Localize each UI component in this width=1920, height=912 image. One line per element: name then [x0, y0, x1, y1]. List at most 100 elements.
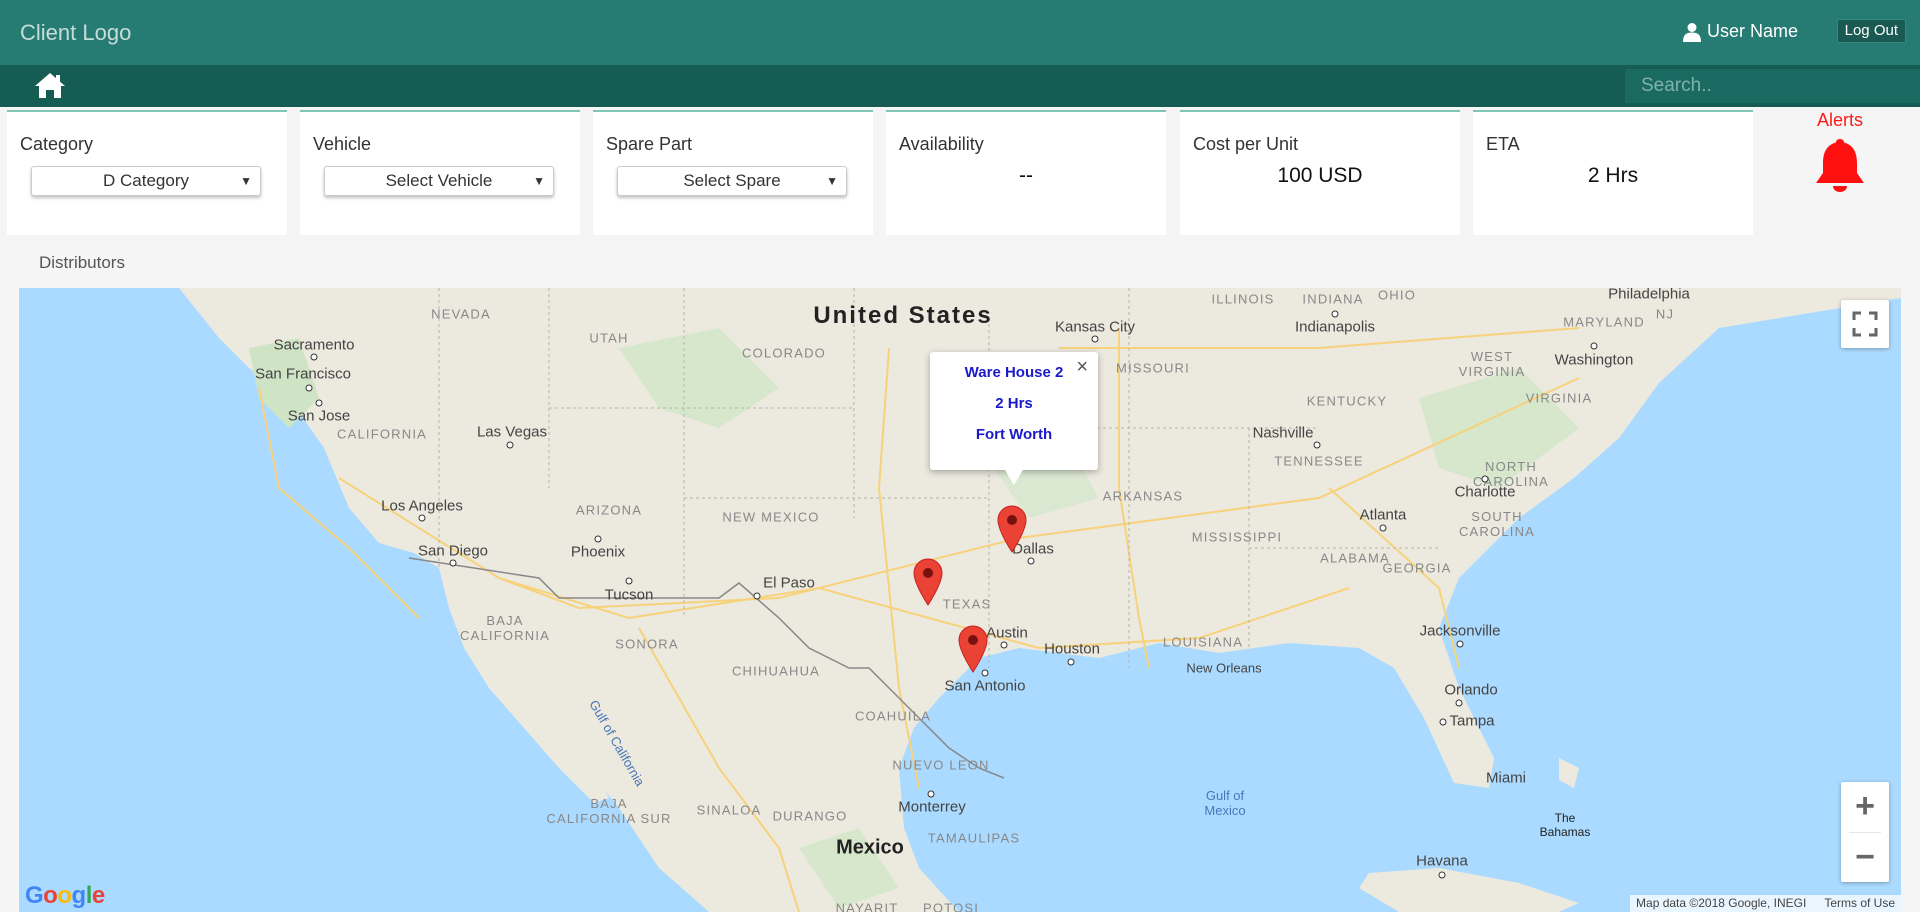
eta-label: ETA — [1486, 134, 1520, 154]
city-marker — [1000, 641, 1008, 649]
cost-value: 100 USD — [1277, 164, 1363, 187]
label-kansas-city: Kansas City — [1054, 318, 1136, 336]
label-illinois: ILLINOIS — [1211, 291, 1275, 307]
bell-icon[interactable] — [1813, 137, 1867, 193]
vehicle-selected-value: Select Vehicle — [385, 171, 493, 190]
city-marker — [1438, 871, 1446, 879]
availability-label: Availability — [899, 134, 984, 154]
label-missouri: MISSOURI — [1116, 360, 1190, 376]
user-icon — [1682, 22, 1701, 42]
city-marker — [594, 535, 602, 543]
label-philadelphia: Philadelphia — [1608, 288, 1690, 303]
alerts-widget[interactable]: Alerts — [1800, 110, 1880, 198]
label-nayarit: NAYARIT — [835, 900, 899, 912]
label-louisiana: LOUISIANA — [1162, 634, 1244, 650]
label-tamaulipas: TAMAULIPAS — [927, 830, 1021, 846]
label-united-states: United States — [813, 302, 993, 329]
city-marker — [305, 384, 313, 392]
label-new-mexico: NEW MEXICO — [722, 509, 820, 525]
popup-city: Fort Worth — [975, 426, 1053, 443]
label-indianapolis: Indianapolis — [1294, 318, 1376, 336]
zoom-in-button[interactable]: + — [1841, 782, 1889, 832]
city-marker — [1067, 658, 1075, 666]
label-san-jose: San Jose — [287, 407, 351, 425]
distributor-map[interactable]: United States Mexico NEVADA UTAH COLORAD… — [19, 288, 1901, 912]
category-select[interactable]: D Category ▼ — [31, 166, 261, 196]
zoom-out-button[interactable]: − — [1841, 833, 1889, 883]
user-menu[interactable]: User Name — [1682, 21, 1798, 42]
search-input[interactable] — [1625, 69, 1920, 103]
label-arkansas: ARKANSAS — [1102, 488, 1184, 504]
client-logo[interactable]: Client Logo — [20, 20, 131, 46]
label-nashville: Nashville — [1252, 424, 1314, 442]
google-logo[interactable]: Google — [25, 882, 105, 910]
city-marker — [1439, 718, 1447, 726]
label-tampa: Tampa — [1449, 712, 1495, 730]
warehouse-pin[interactable] — [957, 625, 989, 673]
home-icon[interactable] — [34, 71, 66, 99]
spare-part-select[interactable]: Select Spare ▼ — [617, 166, 847, 196]
label-jacksonville: Jacksonville — [1419, 622, 1501, 640]
category-selected-value: D Category — [103, 171, 189, 190]
city-marker — [625, 577, 633, 585]
cost-card: Cost per Unit 100 USD — [1180, 110, 1460, 235]
label-mexico: Mexico — [836, 836, 904, 859]
label-utah: UTAH — [589, 330, 629, 346]
distributors-title: Distributors — [39, 253, 125, 272]
label-tucson: Tucson — [604, 586, 654, 604]
label-nj: NJ — [1655, 306, 1675, 322]
label-monterrey: Monterrey — [898, 798, 966, 816]
vehicle-label: Vehicle — [313, 134, 372, 154]
terms-of-use-link[interactable]: Terms of Use — [1824, 895, 1895, 912]
cost-label: Cost per Unit — [1193, 134, 1299, 154]
label-houston: Houston — [1044, 640, 1100, 658]
label-georgia: GEORGIA — [1382, 560, 1452, 576]
map-attribution: Map data ©2018 Google, INEGI Terms of Us… — [1630, 895, 1901, 912]
label-sacramento: Sacramento — [273, 336, 355, 354]
label-orlando: Orlando — [1444, 681, 1498, 699]
label-sinaloa: SINALOA — [696, 802, 762, 818]
label-san-francisco: San Francisco — [255, 365, 351, 383]
fullscreen-button[interactable] — [1841, 300, 1889, 348]
label-austin: Austin — [986, 624, 1028, 642]
label-texas: TEXAS — [942, 596, 992, 612]
label-las-vegas: Las Vegas — [476, 423, 548, 441]
warehouse-pin[interactable] — [996, 505, 1028, 553]
label-maryland: MARYLAND — [1563, 314, 1645, 330]
close-icon[interactable]: × — [1076, 357, 1088, 377]
label-indiana: INDIANA — [1302, 291, 1364, 307]
city-marker — [1379, 524, 1387, 532]
city-marker — [506, 441, 514, 449]
label-gulf-of-mexico: Gulf of Mexico — [1204, 788, 1246, 818]
label-potosi: POTOSI — [922, 900, 980, 912]
city-marker — [1481, 475, 1489, 483]
label-baja-california: BAJA CALIFORNIA — [459, 613, 551, 643]
label-west-virginia: WEST VIRGINIA — [1458, 349, 1526, 379]
fullscreen-icon — [1852, 311, 1878, 337]
city-marker — [449, 559, 457, 567]
label-los-angeles: Los Angeles — [381, 497, 463, 515]
dropdown-caret-icon: ▼ — [240, 174, 252, 188]
vehicle-select[interactable]: Select Vehicle ▼ — [324, 166, 554, 196]
label-havana: Havana — [1416, 852, 1468, 870]
label-tennessee: TENNESSEE — [1274, 453, 1364, 469]
city-marker — [315, 399, 323, 407]
city-marker — [753, 592, 761, 600]
label-san-antonio: San Antonio — [944, 677, 1026, 695]
spare-part-label: Spare Part — [606, 134, 693, 154]
attribution-text: Map data ©2018 Google, INEGI — [1636, 896, 1807, 910]
warehouse-info-popup: Ware House 2 2 Hrs Fort Worth × — [930, 352, 1098, 485]
label-charlotte: Charlotte — [1454, 483, 1516, 501]
user-name: User Name — [1706, 21, 1798, 41]
label-arizona: ARIZONA — [575, 502, 643, 518]
label-washington: Washington — [1554, 351, 1634, 369]
spare-part-selected-value: Select Spare — [683, 171, 781, 190]
logout-button[interactable]: Log Out — [1836, 19, 1906, 43]
availability-value: -- — [1019, 164, 1033, 187]
vehicle-card: Vehicle Select Vehicle ▼ — [300, 110, 580, 235]
label-coahuila: COAHUILA — [854, 708, 932, 724]
label-alabama: ALABAMA — [1320, 550, 1390, 566]
city-marker — [418, 514, 426, 522]
warehouse-pin[interactable] — [912, 558, 944, 606]
category-card: Category D Category ▼ — [7, 110, 287, 235]
